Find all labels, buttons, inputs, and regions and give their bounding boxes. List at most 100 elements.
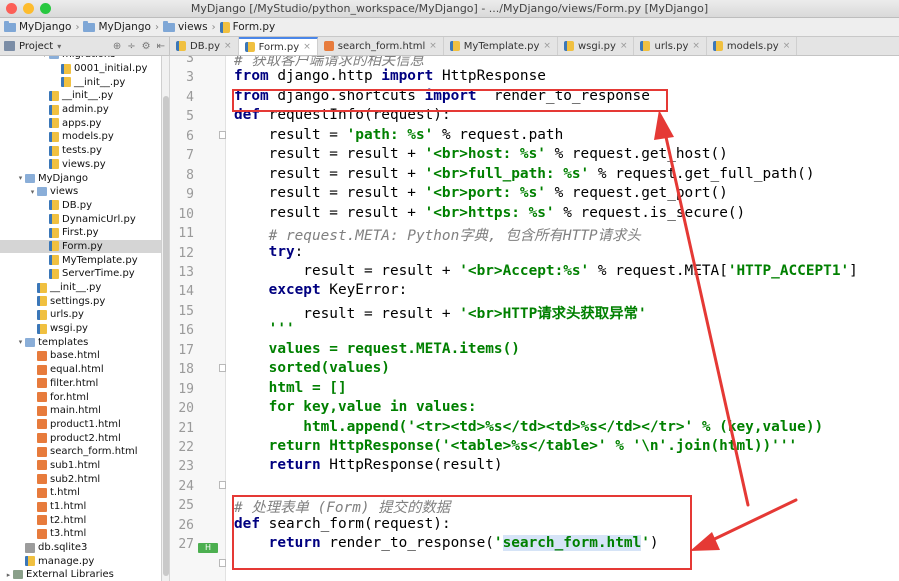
close-tab-icon[interactable]: × bbox=[543, 41, 551, 51]
tab-models-py[interactable]: models.py × bbox=[707, 37, 798, 55]
breadcrumb-item-views[interactable]: views bbox=[162, 20, 208, 33]
breadcrumb-item-package[interactable]: MyDjango bbox=[83, 20, 151, 33]
tree-item[interactable]: tests.py bbox=[0, 144, 161, 158]
tree-item[interactable]: ▾ templates bbox=[0, 335, 161, 349]
tree-item[interactable]: base.html bbox=[0, 349, 161, 363]
code-line[interactable]: result = result + '<br>port: %s' % reque… bbox=[234, 185, 728, 201]
expand-arrow-icon[interactable]: ▾ bbox=[28, 188, 37, 196]
breadcrumb-item-project[interactable]: MyDjango bbox=[4, 20, 71, 33]
gear-icon[interactable]: ⚙ bbox=[142, 41, 151, 52]
sync-icon[interactable]: ⊕ bbox=[113, 41, 121, 52]
code-line[interactable]: from django.http import HttpResponse bbox=[234, 68, 546, 84]
tree-item[interactable]: ▾ views bbox=[0, 185, 161, 199]
tree-item[interactable]: models.py bbox=[0, 130, 161, 144]
code-token: % request.is_secure() bbox=[554, 204, 746, 221]
tree-item[interactable]: __init__.py bbox=[0, 89, 161, 103]
project-tree-scrollbar[interactable] bbox=[162, 56, 170, 581]
project-tree[interactable]: ▾migrations0001_initial.py__init__.py__i… bbox=[0, 56, 162, 581]
code-line[interactable]: try: bbox=[234, 244, 304, 260]
tree-item[interactable]: views.py bbox=[0, 158, 161, 172]
code-editor[interactable]: 3 3 4 5 6 7 8 9 10 11 12 13 14 15 16 17 18 19 20 21 22 23 24 25… bbox=[170, 56, 899, 581]
close-tab-icon[interactable]: × bbox=[429, 41, 437, 51]
code-line[interactable]: result = result + '<br>host: %s' % reque… bbox=[234, 146, 728, 162]
tree-item[interactable]: for.html bbox=[0, 390, 161, 404]
code-token: ] bbox=[849, 262, 858, 279]
tree-item[interactable]: t3.html bbox=[0, 527, 161, 541]
code-line[interactable]: result = result + '<br>HTTP请求头获取异常' bbox=[234, 302, 646, 323]
collapse-icon[interactable]: ÷ bbox=[127, 41, 135, 52]
hide-icon[interactable]: ⇤ bbox=[157, 41, 165, 52]
tree-item[interactable]: urls.py bbox=[0, 308, 161, 322]
close-tab-icon[interactable]: × bbox=[783, 41, 791, 51]
code-line[interactable]: result = result + '<br>full_path: %s' % … bbox=[234, 166, 815, 182]
code-line[interactable]: html = [] bbox=[234, 380, 347, 396]
tree-item[interactable]: search_form.html bbox=[0, 445, 161, 459]
tree-item[interactable]: MyTemplate.py bbox=[0, 253, 161, 267]
tab-db-py[interactable]: DB.py × bbox=[170, 37, 239, 55]
code-line[interactable]: return HttpResponse(result) bbox=[234, 457, 503, 473]
tree-item[interactable]: equal.html bbox=[0, 363, 161, 377]
tab-urls-py[interactable]: urls.py × bbox=[634, 37, 707, 55]
scrollbar-thumb[interactable] bbox=[163, 96, 169, 576]
tree-item[interactable]: sub2.html bbox=[0, 472, 161, 486]
tree-item[interactable]: wsgi.py bbox=[0, 322, 161, 336]
expand-arrow-icon[interactable]: ▾ bbox=[16, 174, 25, 182]
chevron-down-icon[interactable]: ▾ bbox=[57, 42, 61, 51]
tree-item[interactable]: manage.py bbox=[0, 554, 161, 568]
tree-item[interactable]: First.py bbox=[0, 226, 161, 240]
close-tab-icon[interactable]: × bbox=[224, 41, 232, 51]
tree-item[interactable]: admin.py bbox=[0, 103, 161, 117]
project-tool-actions: ⊕ ÷ ⚙ ⇤ bbox=[113, 41, 169, 52]
tree-item[interactable]: DB.py bbox=[0, 199, 161, 213]
fold-marker-icon[interactable] bbox=[219, 480, 226, 489]
tree-item[interactable]: t2.html bbox=[0, 513, 161, 527]
tree-item[interactable]: main.html bbox=[0, 404, 161, 418]
tree-item[interactable]: t1.html bbox=[0, 500, 161, 514]
tree-item[interactable]: product2.html bbox=[0, 431, 161, 445]
tree-item[interactable]: __init__.py bbox=[0, 75, 161, 89]
fold-marker-icon[interactable] bbox=[219, 364, 226, 373]
tree-item[interactable]: product1.html bbox=[0, 418, 161, 432]
tree-item[interactable]: ▾ MyDjango bbox=[0, 171, 161, 185]
tree-item[interactable]: __init__.py bbox=[0, 281, 161, 295]
expand-arrow-icon[interactable]: ▾ bbox=[40, 56, 49, 59]
close-tab-icon[interactable]: × bbox=[303, 42, 311, 52]
tab-search-form-html[interactable]: search_form.html × bbox=[318, 37, 444, 55]
tree-item[interactable]: settings.py bbox=[0, 294, 161, 308]
close-tab-icon[interactable]: × bbox=[620, 41, 628, 51]
code-line[interactable]: values = request.META.items() bbox=[234, 341, 520, 357]
tab-mytemplate-py[interactable]: MyTemplate.py × bbox=[444, 37, 558, 55]
fold-marker-icon[interactable] bbox=[219, 558, 226, 567]
code-line[interactable]: ''' bbox=[234, 321, 295, 337]
code-line[interactable]: html.append('<tr><td>%s</td><td>%s</td><… bbox=[234, 419, 823, 435]
tree-item[interactable]: filter.html bbox=[0, 377, 161, 391]
close-tab-icon[interactable]: × bbox=[692, 41, 700, 51]
code-line[interactable]: return HttpResponse('<table>%s</table>' … bbox=[234, 438, 798, 454]
tree-item[interactable]: db.sqlite3 bbox=[0, 541, 161, 555]
tab-form-py[interactable]: Form.py × bbox=[238, 37, 318, 55]
intention-bulb-icon[interactable]: H bbox=[198, 543, 218, 553]
tree-item[interactable]: t.html bbox=[0, 486, 161, 500]
tab-wsgi-py[interactable]: wsgi.py × bbox=[558, 37, 635, 55]
tree-item[interactable]: ServerTime.py bbox=[0, 267, 161, 281]
tree-item[interactable]: apps.py bbox=[0, 116, 161, 130]
expand-arrow-icon[interactable]: ▸ bbox=[4, 571, 13, 579]
code-line[interactable]: result = result + '<br>Accept:%s' % requ… bbox=[234, 263, 858, 279]
tree-item[interactable]: DynamicUrl.py bbox=[0, 212, 161, 226]
breadcrumb-item-file[interactable]: Form.py bbox=[219, 21, 275, 33]
code-line[interactable]: except KeyError: bbox=[234, 282, 408, 298]
tree-item[interactable]: sub1.html bbox=[0, 459, 161, 473]
tree-item[interactable]: ▸ External Libraries bbox=[0, 568, 161, 581]
project-tool-header[interactable]: Project ▾ ⊕ ÷ ⚙ ⇤ bbox=[0, 37, 170, 55]
python-file-icon bbox=[37, 282, 47, 293]
code-line[interactable]: result = 'path: %s' % request.path bbox=[234, 127, 564, 143]
fold-marker-icon[interactable] bbox=[219, 130, 226, 139]
code-token: % request.get_host() bbox=[545, 146, 728, 163]
code-line[interactable]: for key,value in values: bbox=[234, 399, 477, 415]
tree-item[interactable]: Form.py bbox=[0, 239, 161, 254]
expand-arrow-icon[interactable]: ▾ bbox=[16, 338, 25, 346]
tree-item[interactable]: 0001_initial.py bbox=[0, 62, 161, 76]
code-line[interactable]: sorted(values) bbox=[234, 360, 390, 376]
code-line[interactable]: result = result + '<br>https: %s' % requ… bbox=[234, 204, 746, 221]
code-line[interactable]: # request.META: Python字典, 包含所有HTTP请求头 bbox=[234, 224, 641, 245]
